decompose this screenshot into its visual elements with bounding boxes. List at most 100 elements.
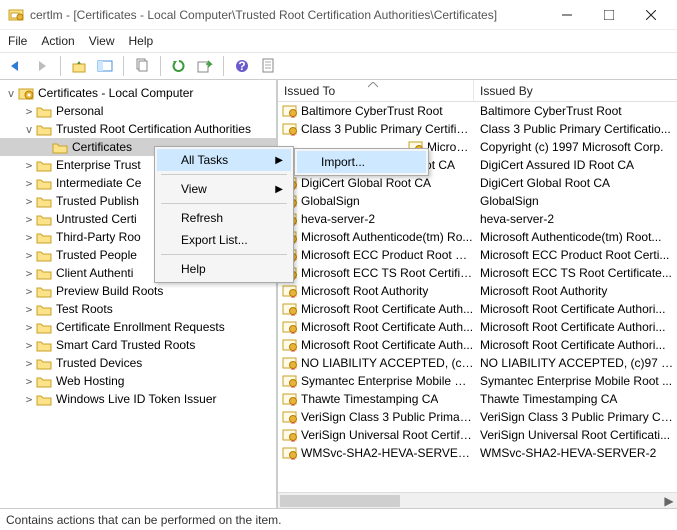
issued-by-cell: heva-server-2 xyxy=(474,212,677,226)
help-button[interactable]: ? xyxy=(232,56,252,76)
list-item[interactable]: Symantec Enterprise Mobile Ro...Symantec… xyxy=(278,372,677,390)
tree-expander-icon[interactable]: > xyxy=(22,285,36,298)
horizontal-scrollbar[interactable]: ▶ xyxy=(278,492,677,508)
menu-separator xyxy=(161,254,287,255)
minimize-button[interactable] xyxy=(555,5,579,25)
tree-expander-icon[interactable]: > xyxy=(22,339,36,352)
forward-button[interactable] xyxy=(32,56,52,76)
context-menu[interactable]: All Tasks▶ View▶ Refresh Export List... … xyxy=(154,146,294,283)
tree-item[interactable]: >Windows Live ID Token Issuer xyxy=(0,390,276,408)
tree-label: Test Roots xyxy=(56,302,113,316)
list-item[interactable]: Microsoft ECC TS Root Certifica...Micros… xyxy=(278,264,677,282)
list-item[interactable]: Baltimore CyberTrust RootBaltimore Cyber… xyxy=(278,102,677,120)
folder-icon xyxy=(36,285,52,298)
tree-expander-icon[interactable]: > xyxy=(22,249,36,262)
list-item[interactable]: Microsoft Root Certificate Auth...Micros… xyxy=(278,336,677,354)
tree-item[interactable]: >Smart Card Trusted Roots xyxy=(0,336,276,354)
folder-icon xyxy=(36,321,52,334)
tree-label: Third-Party Roo xyxy=(56,230,141,244)
tree-expander-icon[interactable]: > xyxy=(22,303,36,316)
tree-expander-icon[interactable]: > xyxy=(22,375,36,388)
menu-item-refresh[interactable]: Refresh xyxy=(157,207,291,229)
tree-expander-icon[interactable]: > xyxy=(22,159,36,172)
certificate-icon xyxy=(282,302,298,316)
tree-label: Web Hosting xyxy=(56,374,124,388)
tree-item[interactable]: >Personal xyxy=(0,102,276,120)
scrollbar-thumb[interactable] xyxy=(280,495,400,507)
menu-item-import[interactable]: Import... xyxy=(297,151,426,173)
issued-to-cell: Thawte Timestamping CA xyxy=(301,392,438,406)
tree-expander-icon[interactable]: v xyxy=(22,123,36,136)
list-item[interactable]: VeriSign Universal Root Certific...VeriS… xyxy=(278,426,677,444)
up-button[interactable] xyxy=(69,56,89,76)
issued-by-cell: WMSvc-SHA2-HEVA-SERVER-2 xyxy=(474,446,677,460)
menu-action[interactable]: Action xyxy=(41,34,74,48)
close-button[interactable] xyxy=(639,5,663,25)
tree-label: Certificates xyxy=(72,140,132,154)
issued-to-cell: Microsoft Root Certificate Auth... xyxy=(301,338,473,352)
tree-expander-icon[interactable]: > xyxy=(22,213,36,226)
list-item[interactable]: Thawte Timestamping CAThawte Timestampin… xyxy=(278,390,677,408)
tree-item[interactable]: >Preview Build Roots xyxy=(0,282,276,300)
certificate-icon xyxy=(282,104,298,118)
copy-button[interactable] xyxy=(132,56,152,76)
tree-label: Intermediate Ce xyxy=(56,176,141,190)
export-button[interactable] xyxy=(195,56,215,76)
tree-expander-icon[interactable]: > xyxy=(22,195,36,208)
scroll-right-icon[interactable]: ▶ xyxy=(661,493,677,508)
menu-item-help[interactable]: Help xyxy=(157,258,291,280)
issued-to-cell: Microsoft Root Authority xyxy=(301,284,428,298)
certificate-icon xyxy=(282,428,298,442)
list-item[interactable]: Microsoft Root AuthorityMicrosoft Root A… xyxy=(278,282,677,300)
tree-label: Client Authenti xyxy=(56,266,133,280)
tree-label: Untrusted Certi xyxy=(56,212,137,226)
tree-pane[interactable]: vCertificates - Local Computer>Personalv… xyxy=(0,80,278,508)
menu-view[interactable]: View xyxy=(89,34,115,48)
tree-label: Certificate Enrollment Requests xyxy=(56,320,225,334)
show-hide-tree-button[interactable] xyxy=(95,56,115,76)
issued-to-cell: WMSvc-SHA2-HEVA-SERVER-2 xyxy=(301,446,474,460)
list-item[interactable]: DigiCert Global Root CADigiCert Global R… xyxy=(278,174,677,192)
column-issued-to[interactable]: Issued To xyxy=(278,80,474,101)
tree-expander-icon[interactable]: > xyxy=(22,231,36,244)
tree-expander-icon[interactable]: > xyxy=(22,321,36,334)
context-submenu[interactable]: Import... xyxy=(294,148,429,176)
tree-expander-icon[interactable]: > xyxy=(22,177,36,190)
tree-expander-icon[interactable]: > xyxy=(22,105,36,118)
menu-item-export-list[interactable]: Export List... xyxy=(157,229,291,251)
tree-item[interactable]: > Web Hosting xyxy=(0,372,276,390)
menu-file[interactable]: File xyxy=(8,34,27,48)
issued-by-cell: Microsoft Root Certificate Authori... xyxy=(474,320,677,334)
menu-item-all-tasks[interactable]: All Tasks▶ xyxy=(157,149,291,171)
tree-item[interactable]: vTrusted Root Certification Authorities xyxy=(0,120,276,138)
list-item[interactable]: WMSvc-SHA2-HEVA-SERVER-2WMSvc-SHA2-HEVA-… xyxy=(278,444,677,462)
tree-expander-icon[interactable]: > xyxy=(22,267,36,280)
submenu-arrow-icon: ▶ xyxy=(275,184,283,195)
list-item[interactable]: GlobalSignGlobalSign xyxy=(278,192,677,210)
tree-expander-icon[interactable]: > xyxy=(22,357,36,370)
list-item[interactable]: Class 3 Public Primary Certificat...Clas… xyxy=(278,120,677,138)
tree-root[interactable]: vCertificates - Local Computer xyxy=(0,84,276,102)
properties-button[interactable] xyxy=(258,56,278,76)
tree-item[interactable]: >Trusted Devices xyxy=(0,354,276,372)
list-item[interactable]: Microsoft Root Certificate Auth...Micros… xyxy=(278,300,677,318)
certificate-icon xyxy=(282,122,298,136)
list-item[interactable]: heva-server-2heva-server-2 xyxy=(278,210,677,228)
refresh-button[interactable] xyxy=(169,56,189,76)
list-item[interactable]: Microsoft ECC Product Root Ce...Microsof… xyxy=(278,246,677,264)
tree-item[interactable]: > Test Roots xyxy=(0,300,276,318)
tree-expander-icon[interactable] xyxy=(38,141,52,154)
tree-expander-icon[interactable]: > xyxy=(22,393,36,406)
list-item[interactable]: Microsoft Authenticode(tm) Ro...Microsof… xyxy=(278,228,677,246)
tree-item[interactable]: > Certificate Enrollment Requests xyxy=(0,318,276,336)
list-item[interactable]: Microsoft Root Certificate Auth...Micros… xyxy=(278,318,677,336)
menu-item-view[interactable]: View▶ xyxy=(157,178,291,200)
column-issued-by[interactable]: Issued By xyxy=(474,80,677,101)
menu-help[interactable]: Help xyxy=(129,34,154,48)
back-button[interactable] xyxy=(6,56,26,76)
list-item[interactable]: NO LIABILITY ACCEPTED, (c)97 ...NO LIABI… xyxy=(278,354,677,372)
maximize-button[interactable] xyxy=(597,5,621,25)
list-item[interactable]: VeriSign Class 3 Public Primary ...VeriS… xyxy=(278,408,677,426)
issued-by-cell: Microsoft Root Certificate Authori... xyxy=(474,302,677,316)
issued-to-cell: Microsoft C... xyxy=(427,140,474,154)
